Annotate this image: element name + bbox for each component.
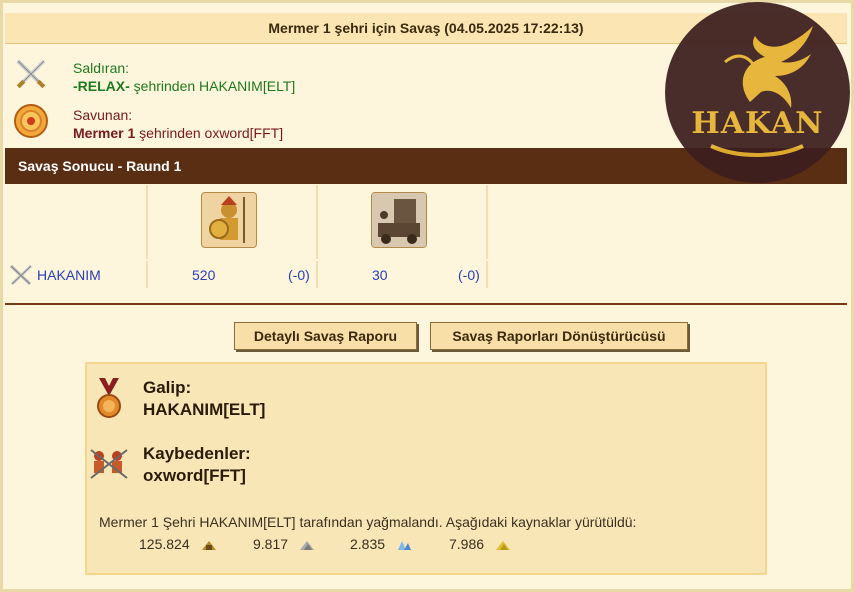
wood-icon xyxy=(201,541,216,551)
attacker-city[interactable]: -RELAX- xyxy=(73,78,130,94)
attacker-row: Saldıran: -RELAX- şehrinden HAKANIM[ELT] xyxy=(5,48,405,96)
loot-value: 9.817 xyxy=(253,536,289,552)
loot-crystal: 2.835 xyxy=(350,536,413,552)
defender-row: Savunan: Mermer 1 şehrinden oxword[FFT] xyxy=(5,95,405,143)
defender-info: Savunan: Mermer 1 şehrinden oxword[FFT] xyxy=(73,106,283,142)
medal-icon xyxy=(97,378,121,418)
crystal-icon xyxy=(397,541,411,551)
defender-player[interactable]: şehrinden oxword[FFT] xyxy=(135,125,283,141)
unit-loss: (-0) xyxy=(288,267,310,283)
fallen-soldiers-icon xyxy=(90,449,128,479)
player-cell: HAKANIM xyxy=(5,261,148,288)
phoenix-icon xyxy=(724,26,813,108)
player-name[interactable]: HAKANIM xyxy=(37,267,101,283)
grid-empty-cell xyxy=(5,185,148,259)
battle-outcome-panel: Galip: HAKANIM[ELT] Kaybedenler: oxword[… xyxy=(85,362,767,575)
sulfur-icon xyxy=(495,541,510,551)
winner-label: Galip: xyxy=(143,378,192,397)
hoplite-count-cell: 520 (-0) xyxy=(148,261,318,288)
grid-empty-cell xyxy=(488,185,847,259)
loot-value: 2.835 xyxy=(350,536,386,552)
grid-empty-cell xyxy=(488,261,847,288)
loot-marble: 9.817 xyxy=(253,536,316,552)
battering-ram-unit-icon[interactable] xyxy=(371,192,427,248)
loot-wood: 125.824 xyxy=(139,536,218,552)
attacker-player[interactable]: şehrinden HAKANIM[ELT] xyxy=(130,78,296,94)
marble-icon xyxy=(299,541,314,551)
attacker-label: Saldıran: xyxy=(73,60,130,76)
loot-value: 7.986 xyxy=(449,536,485,552)
defender-city[interactable]: Mermer 1 xyxy=(73,125,135,141)
unit-ram-cell xyxy=(318,185,488,259)
section-divider xyxy=(5,303,847,305)
hakan-logo: HAKAN xyxy=(665,2,850,183)
hoplite-unit-icon[interactable] xyxy=(201,192,257,248)
units-grid: HAKANIM 520 (-0) 30 (-0) xyxy=(5,185,847,288)
winner-name[interactable]: HAKANIM[ELT] xyxy=(143,400,265,420)
crossed-swords-icon xyxy=(16,59,46,89)
loot-value: 125.824 xyxy=(139,536,190,552)
loot-description: Mermer 1 Şehri HAKANIM[ELT] tarafından y… xyxy=(99,514,637,530)
unit-loss: (-0) xyxy=(458,267,480,283)
losers-label: Kaybedenler: xyxy=(143,444,251,463)
loot-sulfur: 7.986 xyxy=(449,536,512,552)
crossed-swords-icon xyxy=(9,264,33,286)
ram-count-cell: 30 (-0) xyxy=(318,261,488,288)
unit-count: 520 xyxy=(192,267,216,283)
attacker-info: Saldıran: -RELAX- şehrinden HAKANIM[ELT] xyxy=(73,59,295,95)
unit-count: 30 xyxy=(372,267,388,283)
losers-name[interactable]: oxword[FFT] xyxy=(143,466,246,486)
defender-label: Savunan: xyxy=(73,107,133,123)
shield-icon xyxy=(14,104,48,138)
unit-hoplite-cell xyxy=(148,185,318,259)
logo-swoosh-icon xyxy=(710,144,804,157)
report-converter-button[interactable]: Savaş Raporları Dönüştürücüsü xyxy=(430,322,688,350)
logo-text: HAKAN xyxy=(691,106,824,141)
detailed-report-button[interactable]: Detaylı Savaş Raporu xyxy=(234,322,417,350)
